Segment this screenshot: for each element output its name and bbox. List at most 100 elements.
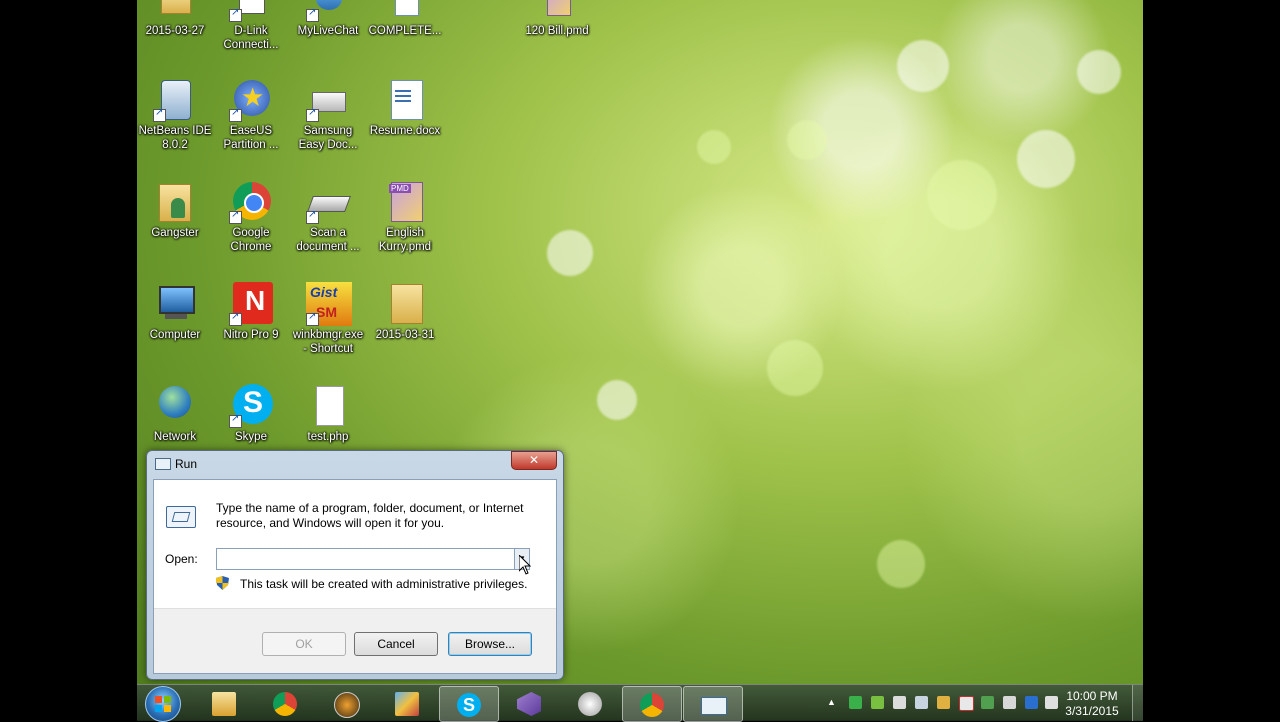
bluetooth-tray-icon[interactable]: [1025, 696, 1038, 709]
desktop-icon-label: Samsung Easy Doc...: [298, 125, 358, 151]
desktop-icon-label: Skype: [235, 431, 267, 443]
paint-icon: [395, 692, 419, 716]
dlink-icon: [229, 0, 273, 22]
network-tray-icon[interactable]: [1003, 696, 1016, 709]
nitro-icon: N: [229, 282, 273, 326]
desktop-icon-dlink[interactable]: D-Link Connecti...: [213, 0, 289, 52]
desktop-icon-winkbmgr[interactable]: GistSM winkbmgr.exe - Shortcut: [290, 282, 366, 356]
desktop-icon-label: Resume.docx: [369, 125, 441, 137]
taskbar-paint-button[interactable]: [378, 686, 436, 720]
desktop-icon-easeus[interactable]: ★ EaseUS Partition ...: [213, 78, 289, 152]
desktop-icon-english-kurry[interactable]: PMD English Kurry.pmd: [367, 180, 443, 254]
show-desktop-button[interactable]: [1132, 685, 1143, 721]
open-combobox[interactable]: ▼: [216, 548, 530, 570]
desktop-icon-gangster[interactable]: Gangster: [137, 180, 213, 240]
desktop-icon-label: D-Link Connecti...: [223, 25, 279, 51]
clock-time: 10:00 PM: [1066, 689, 1118, 703]
desktop-icon-google-chrome[interactable]: Google Chrome: [213, 180, 289, 254]
desktop-icon-label: Nitro Pro 9: [223, 329, 279, 341]
desktop-icon-network[interactable]: Network: [137, 384, 213, 444]
taskbar-explorer-button[interactable]: [195, 686, 253, 720]
clipboard-tray-icon[interactable]: [893, 696, 906, 709]
desktop-icon-folder-2015-03-27[interactable]: 2015-03-27: [137, 0, 213, 38]
taskbar-chrome-button[interactable]: [256, 686, 314, 720]
folder-icon: [383, 282, 427, 326]
user-folder-icon: [153, 180, 197, 224]
bokeh-decoration: [697, 130, 731, 164]
desktop-icon-label: EaseUS Partition ...: [223, 125, 279, 151]
document-icon: [383, 0, 427, 22]
desktop-icon-label: Computer: [149, 329, 201, 341]
desktop-icon-label: COMPLETE...: [368, 25, 442, 37]
run-description: Type the name of a program, folder, docu…: [216, 501, 524, 530]
windows-logo-icon: [155, 696, 171, 712]
desktop-icon-scan-document[interactable]: Scan a document ...: [290, 180, 366, 254]
desktop-icon-label: Gangster: [151, 227, 199, 239]
close-button[interactable]: ✕: [511, 451, 557, 470]
bokeh-decoration: [927, 160, 997, 230]
chrome-icon: [640, 693, 664, 717]
update-tray-icon[interactable]: [871, 696, 884, 709]
desktop-icon-label: NetBeans IDE 8.0.2: [138, 125, 212, 151]
open-label: Open:: [165, 552, 198, 566]
display-tray-icon[interactable]: [915, 696, 928, 709]
chat-icon: [306, 0, 350, 22]
desktop-icon-skype[interactable]: S Skype: [213, 384, 289, 444]
run-dialog: Run ✕ Type the name of a program, folder…: [146, 450, 564, 680]
app-tray-icon[interactable]: [937, 696, 950, 709]
skype-icon: S: [457, 693, 481, 717]
computer-icon: [153, 282, 197, 326]
desktop-icon-folder-2015-03-31[interactable]: 2015-03-31: [367, 282, 443, 342]
run-dialog-titlebar[interactable]: Run ✕: [147, 451, 563, 477]
chrome-icon: [273, 692, 297, 716]
taskbar-snipping-button[interactable]: [561, 686, 619, 720]
flag-tray-icon[interactable]: [959, 696, 974, 711]
desktop-icon-nitro-pro[interactable]: N Nitro Pro 9: [213, 282, 289, 342]
scanner-icon: [306, 78, 350, 122]
snipping-icon: [578, 692, 602, 716]
skype-icon: S: [229, 384, 273, 428]
bokeh-decoration: [877, 540, 925, 588]
clock[interactable]: 10:00 PM 3/31/2015: [1057, 689, 1127, 719]
run-icon: [166, 506, 196, 528]
cancel-button[interactable]: Cancel: [354, 632, 438, 656]
file-icon: [306, 384, 350, 428]
run-icon: [155, 458, 171, 470]
security-tray-icon[interactable]: [849, 696, 862, 709]
desktop-icon-label: Network: [153, 431, 197, 443]
desktop-icon-netbeans[interactable]: NetBeans IDE 8.0.2: [137, 78, 213, 152]
desktop-icon-complete-doc[interactable]: COMPLETE...: [367, 0, 443, 38]
bokeh-decoration: [547, 230, 593, 276]
taskbar-run-button[interactable]: [683, 686, 743, 722]
pagemaker-file-icon: PMD: [383, 180, 427, 224]
desktop-icon-test-php[interactable]: test.php: [290, 384, 366, 444]
taskbar-chrome-button-2[interactable]: [622, 686, 682, 722]
desktop-icon-label: Google Chrome: [230, 227, 272, 253]
desktop-icon-computer[interactable]: Computer: [137, 282, 213, 342]
ok-button[interactable]: OK: [262, 632, 346, 656]
taskbar: S ▲ 10:00 PM 3/31/2015: [137, 684, 1143, 722]
taskbar-skype-button[interactable]: S: [439, 686, 499, 722]
desktop-icon-120-bill[interactable]: 120 Bill.pmd: [519, 0, 595, 38]
network-icon: [153, 384, 197, 428]
word-document-icon: [383, 78, 427, 122]
shield-icon: [216, 576, 229, 590]
chrome-icon: [229, 180, 273, 224]
media-icon: [334, 692, 360, 718]
desktop-icon-label: winkbmgr.exe - Shortcut: [292, 329, 364, 355]
taskbar-visual-studio-button[interactable]: [500, 686, 558, 720]
taskbar-media-button[interactable]: [317, 686, 375, 720]
run-dialog-title: Run: [175, 457, 198, 471]
easeus-icon: ★: [229, 78, 273, 122]
show-hidden-icons-button[interactable]: ▲: [827, 697, 836, 707]
desktop-icon-resume[interactable]: Resume.docx: [367, 78, 443, 138]
bokeh-decoration: [767, 340, 823, 396]
desktop-icon-samsung-easy-doc[interactable]: Samsung Easy Doc...: [290, 78, 366, 152]
sync-tray-icon[interactable]: [981, 696, 994, 709]
browse-button[interactable]: Browse...: [448, 632, 532, 656]
desktop-icon-label: 2015-03-31: [375, 329, 435, 341]
mouse-cursor-icon: [519, 555, 531, 575]
desktop-icon-mylivechat[interactable]: MyLiveChat: [290, 0, 366, 38]
pagemaker-file-icon: [535, 0, 579, 22]
start-button[interactable]: [145, 686, 181, 722]
